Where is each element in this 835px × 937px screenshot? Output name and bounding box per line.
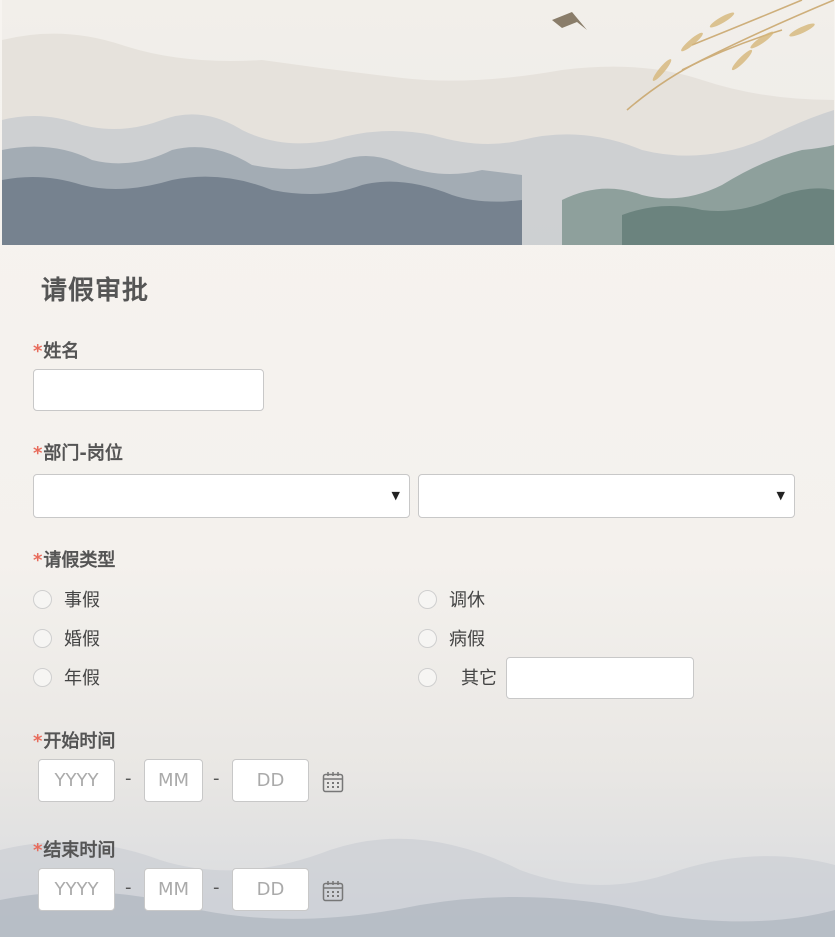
radio-circle[interactable]	[418, 628, 437, 648]
date-separator: -	[213, 768, 220, 789]
required-mark: *	[33, 341, 43, 362]
end-time-label-text: 结束时间	[43, 840, 116, 861]
chevron-down-icon: ▼	[391, 489, 400, 502]
department-select[interactable]: ▼	[33, 474, 410, 518]
date-separator: -	[125, 877, 132, 898]
radio-circle[interactable]	[33, 667, 52, 687]
leave-type-label-text: 请假类型	[43, 550, 116, 571]
required-mark: *	[33, 443, 43, 464]
start-month-input[interactable]: MM	[144, 759, 203, 802]
end-day-input[interactable]: DD	[232, 868, 309, 911]
start-year-input[interactable]: YYYY	[38, 759, 115, 802]
radio-other-leave[interactable]: 其它	[418, 665, 497, 689]
start-time-label: *开始时间	[33, 727, 115, 753]
radio-label: 年假	[64, 668, 100, 689]
radio-label: 调休	[449, 590, 485, 611]
start-day-input[interactable]: DD	[232, 759, 309, 802]
name-input[interactable]	[33, 369, 264, 411]
date-separator: -	[125, 768, 132, 789]
radio-comp-leave[interactable]: 调休	[418, 587, 485, 611]
radio-label: 病假	[449, 629, 485, 650]
leave-type-label: *请假类型	[33, 546, 115, 572]
end-time-label: *结束时间	[33, 836, 115, 862]
radio-circle[interactable]	[418, 667, 437, 687]
form-title: 请假审批	[41, 276, 150, 306]
radio-sick-leave[interactable]: 病假	[418, 626, 485, 650]
end-month-input[interactable]: MM	[144, 868, 203, 911]
radio-personal-leave[interactable]: 事假	[33, 587, 100, 611]
radio-circle[interactable]	[33, 628, 52, 648]
required-mark: *	[33, 840, 43, 861]
name-label: *姓名	[33, 337, 79, 363]
required-mark: *	[33, 550, 43, 571]
chevron-down-icon: ▼	[776, 489, 785, 502]
radio-marriage-leave[interactable]: 婚假	[33, 626, 100, 650]
radio-circle[interactable]	[33, 589, 52, 609]
radio-label: 婚假	[64, 629, 100, 650]
radio-label: 其它	[461, 668, 497, 689]
calendar-icon[interactable]	[322, 771, 344, 793]
radio-circle[interactable]	[418, 589, 437, 609]
calendar-icon[interactable]	[322, 880, 344, 902]
dept-label-text: 部门-岗位	[43, 443, 123, 464]
date-separator: -	[213, 877, 220, 898]
name-label-text: 姓名	[43, 341, 80, 362]
end-year-input[interactable]: YYYY	[38, 868, 115, 911]
position-select[interactable]: ▼	[418, 474, 795, 518]
radio-label: 事假	[64, 590, 100, 611]
start-time-label-text: 开始时间	[43, 731, 116, 752]
radio-annual-leave[interactable]: 年假	[33, 665, 100, 689]
other-leave-input[interactable]	[506, 657, 694, 699]
required-mark: *	[33, 731, 43, 752]
leave-approval-form: 请假审批 *姓名 *部门-岗位 ▼ ▼ *请假类型 事假 调休 婚假 病假 年假…	[0, 0, 835, 937]
dept-label: *部门-岗位	[33, 439, 123, 465]
